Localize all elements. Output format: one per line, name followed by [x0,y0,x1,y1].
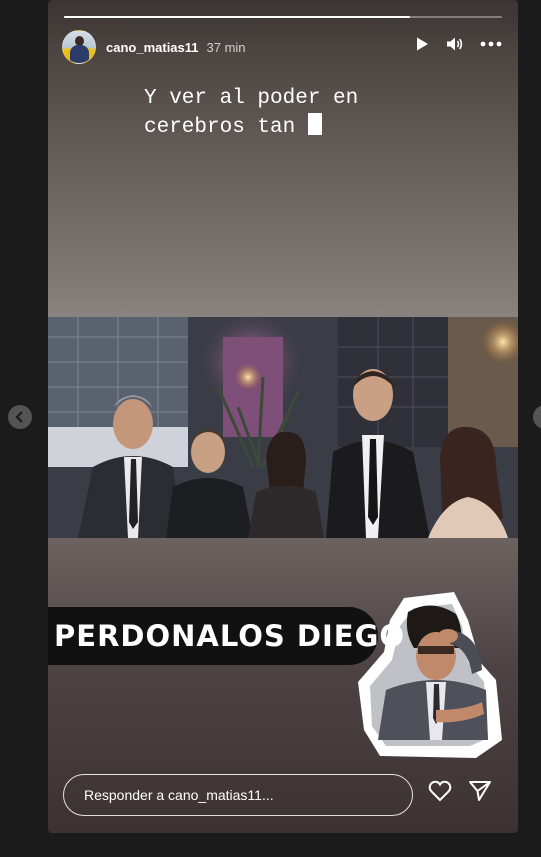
volume-icon [447,37,463,51]
sticker-text: PERDONALOS DIEGO [54,619,406,653]
more-options-button[interactable] [480,41,502,47]
diego-sticker [358,592,502,758]
story-header: cano_matias11 37 min [62,30,502,64]
story-progress-bar [64,16,502,18]
username[interactable]: cano_matias11 [106,40,199,55]
caption-line-1: Y ver al poder en [144,87,359,110]
text-cursor [307,113,322,135]
story-controls [414,36,502,52]
sticker-label: PERDONALOS DIEGO [48,607,404,665]
chevron-left-icon [15,411,23,423]
previous-story-button[interactable] [8,405,32,429]
story-time: 37 min [206,39,246,55]
heart-icon [428,780,452,802]
more-options-icon [480,41,502,47]
story-caption: Y ver al poder en cerebros tan [144,84,358,142]
send-icon [469,781,491,801]
avatar[interactable] [62,30,96,64]
volume-button[interactable] [446,36,464,52]
caption-line-2: cerebros tan [144,116,308,139]
story-progress-fill [64,16,411,18]
reply-input[interactable]: Responder a cano_matias11... [63,774,413,816]
send-button[interactable] [468,780,492,807]
like-button[interactable] [428,780,452,807]
story-frame: cano_matias11 37 min Y ver al poder en c… [48,0,518,833]
play-button[interactable] [414,36,430,52]
next-story-button[interactable] [533,405,541,429]
story-photo [48,317,518,538]
play-icon [417,37,428,51]
